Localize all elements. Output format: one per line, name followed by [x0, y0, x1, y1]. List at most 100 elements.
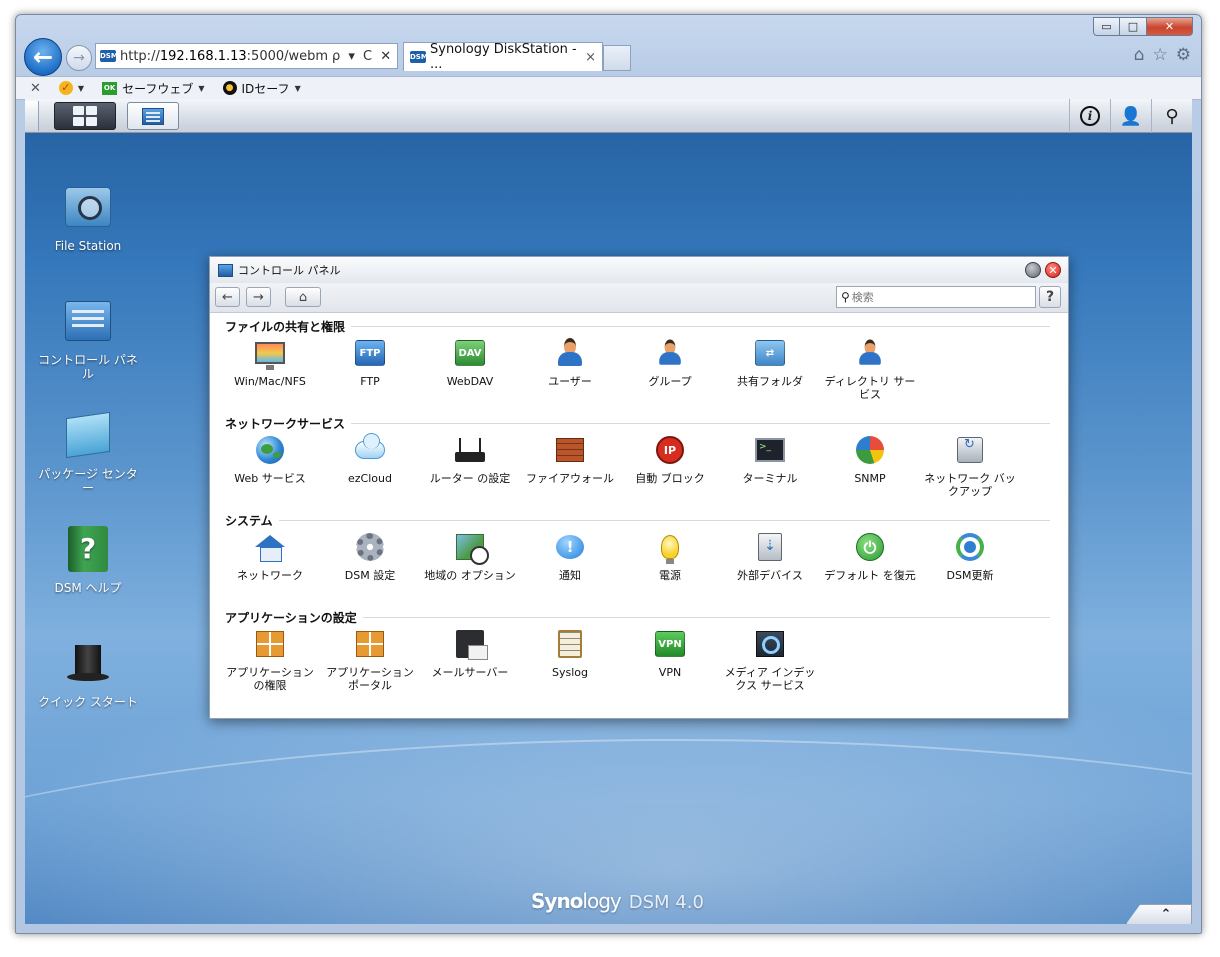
cp-item-network[interactable]: ネットワーク: [220, 531, 320, 582]
cp-item-network-backup[interactable]: ネットワーク バックアップ: [920, 434, 1020, 498]
search-icon: ⚲: [1165, 105, 1179, 127]
desktop-dsm-help[interactable]: ? DSM ヘルプ: [33, 523, 143, 595]
new-tab-button[interactable]: [603, 45, 631, 71]
home-icon[interactable]: ⌂: [1134, 45, 1145, 65]
id-safe-menu[interactable]: ● IDセーフ ▼: [222, 80, 301, 97]
dsm-taskbar: i 👤 ⚲: [25, 99, 1192, 133]
cp-item-snmp[interactable]: SNMP: [820, 434, 920, 498]
cp-item-terminal[interactable]: >_ ターミナル: [720, 434, 820, 498]
favorites-close-button[interactable]: ✕: [30, 81, 41, 96]
cp-item-ezcloud[interactable]: ezCloud: [320, 433, 420, 498]
cp-item-restore-defaults[interactable]: ⏻ デフォルト を復元: [820, 531, 920, 582]
restore-defaults-icon: ⏻: [856, 533, 884, 561]
regional-options-icon: [456, 534, 489, 565]
minimize-window-button[interactable]: [1025, 262, 1041, 278]
minimize-button[interactable]: ▭: [1093, 17, 1120, 36]
tab-close-button[interactable]: ×: [585, 50, 596, 65]
back-button[interactable]: ←: [24, 38, 62, 76]
dsm-settings-icon: [356, 533, 384, 561]
cp-back-button[interactable]: ←: [215, 287, 240, 307]
gear-icon[interactable]: ⚙: [1176, 45, 1191, 65]
star-icon[interactable]: ☆: [1153, 45, 1168, 65]
info-button[interactable]: i: [1069, 99, 1110, 133]
cp-item-regional-options[interactable]: 地域の オプション: [420, 531, 520, 582]
web-service-icon: [256, 436, 284, 464]
section-title: アプリケーションの設定: [225, 609, 363, 626]
cp-item-dsm-settings[interactable]: DSM 設定: [320, 531, 420, 582]
safe-web-menu[interactable]: OK セーフウェブ ▼: [102, 80, 205, 97]
user-button[interactable]: 👤: [1110, 99, 1151, 133]
cp-item-power[interactable]: 電源: [620, 531, 720, 582]
control-panel-titlebar[interactable]: コントロール パネル ✕: [210, 257, 1068, 283]
user-icon: 👤: [1119, 105, 1143, 127]
forward-button[interactable]: →: [66, 45, 92, 71]
notification-icon: !: [556, 535, 584, 559]
search-button[interactable]: ⚲: [1151, 99, 1192, 133]
desktop-quick-start[interactable]: クイック スタート: [33, 637, 143, 709]
desktop-icon-label: コントロール パネル: [38, 353, 138, 381]
home-icon: ⌂: [298, 289, 308, 305]
cp-item-webdav[interactable]: DAV WebDAV: [420, 337, 520, 401]
address-url[interactable]: http://192.168.1.13:5000/webman/: [120, 49, 328, 64]
cp-help-button[interactable]: ?: [1039, 286, 1061, 308]
desktop-package-center[interactable]: パッケージ センター: [33, 409, 143, 495]
cp-item-router[interactable]: ルーター の設定: [420, 434, 520, 498]
forward-arrow-icon: →: [253, 289, 264, 305]
section-system: システム ネットワーク DSM 設定 地域の オプション ! 通知 電源 ⇣ 外部デ…: [210, 512, 1068, 609]
id-safe-label: IDセーフ: [241, 81, 290, 96]
cp-item-app-portal[interactable]: アプリケーション ポータル: [320, 628, 420, 692]
cp-item-user[interactable]: ユーザー: [520, 337, 620, 401]
desktop-icon-label: クイック スタート: [38, 695, 138, 709]
safe-web-label: セーフウェブ: [122, 81, 194, 96]
cp-search-input[interactable]: ⚲ 検索: [836, 286, 1036, 308]
win-mac-nfs-icon: [255, 342, 285, 370]
close-window-button[interactable]: ✕: [1045, 262, 1061, 278]
widget-toggle-tab[interactable]: ⌃: [1126, 904, 1192, 924]
maximize-button[interactable]: □: [1120, 17, 1147, 36]
id-safe-icon: ●: [222, 81, 237, 95]
user-icon: [556, 338, 584, 368]
group-icon: [657, 339, 682, 367]
favorites-bar: ✕ ✓ ▼ OK セーフウェブ ▼ ● IDセーフ ▼: [16, 76, 1201, 100]
browser-tab[interactable]: DSM Synology DiskStation - ... ×: [403, 42, 603, 72]
network-backup-icon: [957, 437, 983, 463]
desktop-control-panel[interactable]: コントロール パネル: [33, 295, 143, 381]
address-bar[interactable]: DSM http://192.168.1.13:5000/webman/ ρ ▾…: [95, 43, 398, 69]
control-panel-body: ファイルの共有と権限 Win/Mac/NFS FTP FTP DAV WebDAV …: [210, 313, 1068, 706]
cp-item-web-service[interactable]: Web サービス: [220, 434, 320, 498]
cp-item-app-privileges[interactable]: アプリケーション の権限: [220, 628, 320, 692]
norton-check-menu[interactable]: ✓ ▼: [58, 81, 84, 95]
taskbar-left-tab[interactable]: [25, 101, 39, 131]
cp-item-vpn[interactable]: VPN VPN: [620, 628, 720, 692]
cp-home-button[interactable]: ⌂: [285, 287, 321, 307]
section-title: システム: [225, 512, 279, 529]
cp-item-external-device[interactable]: ⇣ 外部デバイス: [720, 531, 820, 582]
browser-window: ▭ □ ✕ ← → DSM http://192.168.1.13:5000/w…: [15, 14, 1202, 934]
close-window-button[interactable]: ✕: [1147, 17, 1193, 36]
cp-item-mail-server[interactable]: メールサーバー: [420, 628, 520, 692]
cp-item-firewall[interactable]: ファイアウォール: [520, 434, 620, 498]
address-tools[interactable]: ρ ▾ C ✕: [332, 49, 393, 64]
directory-service-icon: [857, 339, 882, 367]
cp-forward-button[interactable]: →: [246, 287, 271, 307]
main-menu-button[interactable]: [54, 102, 116, 130]
cp-item-shared-folder[interactable]: ⇄ 共有フォルダ: [720, 337, 820, 401]
cp-item-directory-service[interactable]: ディレクトリ サービス: [820, 337, 920, 401]
cp-item-syslog[interactable]: Syslog: [520, 628, 620, 692]
back-arrow-icon: ←: [32, 43, 54, 71]
dsm-desktop: i 👤 ⚲ File Station コントロール パネル パッケージ センター…: [25, 99, 1192, 924]
browser-toolbar-icons: ⌂ ☆ ⚙: [1134, 45, 1191, 65]
taskbar-control-panel-button[interactable]: [127, 102, 179, 130]
cp-item-win-mac-nfs[interactable]: Win/Mac/NFS: [220, 337, 320, 401]
cp-item-group[interactable]: グループ: [620, 337, 720, 401]
cp-item-auto-block[interactable]: IP 自動 ブロック: [620, 434, 720, 498]
router-icon: [455, 438, 485, 462]
desktop-icon-label: パッケージ センター: [38, 467, 138, 495]
cp-item-notification[interactable]: ! 通知: [520, 531, 620, 582]
file-station-icon: [65, 187, 111, 227]
cp-item-media-index[interactable]: メディア インデックス サービス: [720, 628, 820, 692]
browser-nav-row: ← → DSM http://192.168.1.13:5000/webman/…: [22, 38, 1195, 76]
cp-item-ftp[interactable]: FTP FTP: [320, 337, 420, 401]
cp-item-dsm-update[interactable]: DSM更新: [920, 531, 1020, 582]
desktop-file-station[interactable]: File Station: [33, 181, 143, 253]
